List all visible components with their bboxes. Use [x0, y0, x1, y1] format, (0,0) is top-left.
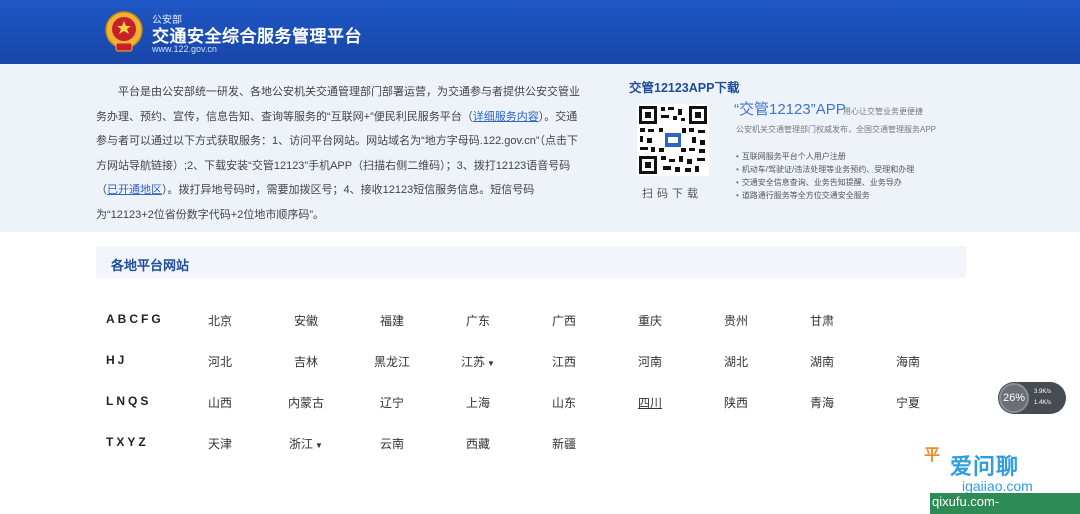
province-link[interactable]: 新疆	[534, 435, 594, 452]
province-link[interactable]: 云南	[362, 435, 422, 452]
scan-download-label: 扫码下载	[642, 188, 702, 200]
dropdown-caret-icon: ▼	[487, 359, 495, 368]
watermark-green-bar: qixufu.com-	[930, 493, 1080, 514]
watermark-url: igaiiao.com	[962, 478, 1033, 494]
enabled-regions-link[interactable]: 已开通地区	[107, 184, 162, 196]
region-row: HJ 河北 吉林 黑龙江 江苏 ▼ 江西 河南 湖北 湖南 海南	[106, 353, 966, 373]
letter-group: LNQS	[106, 394, 152, 408]
service-details-link[interactable]: 详细服务内容	[473, 111, 539, 123]
letter-group: ABCFG	[106, 312, 164, 326]
province-link[interactable]: 黑龙江	[362, 353, 422, 370]
speed-percent: 26%	[999, 383, 1029, 413]
province-link[interactable]: 陕西	[706, 394, 766, 411]
watermark-partial-text: 平	[924, 447, 941, 464]
download-speed: 1.4K/s	[1034, 400, 1052, 406]
province-dropdown-jiangsu[interactable]: 江苏 ▼	[448, 353, 508, 370]
province-link[interactable]: 辽宁	[362, 394, 422, 411]
province-link[interactable]: 安徽	[276, 312, 336, 329]
watermark-text: 爱问聊	[950, 454, 1020, 479]
app-download-title: 交管12123APP下载	[629, 81, 740, 95]
province-link[interactable]: 山东	[534, 394, 594, 411]
province-link[interactable]: 西藏	[448, 435, 508, 452]
regions-title: 各地平台网站	[111, 258, 190, 273]
province-link[interactable]: 河南	[620, 353, 680, 370]
dropdown-caret-icon: ▼	[315, 441, 323, 450]
app-subtitle: 用心让交管业务更便捷	[843, 107, 923, 116]
app-feature-item: 互联网服务平台个人用户注册	[736, 150, 914, 163]
site-url: www.122.gov.cn	[152, 44, 217, 54]
letter-group: HJ	[106, 353, 128, 367]
intro-text-part3: ）。拨打异地号码时，需要加拨区号；4、接收12123短信服务信息。短信号码为“1…	[96, 184, 535, 221]
province-link[interactable]: 山西	[190, 394, 250, 411]
province-dropdown-zhejiang[interactable]: 浙江 ▼	[276, 435, 336, 452]
province-link[interactable]: 湖南	[792, 353, 852, 370]
app-name: “交管12123”APP	[734, 101, 846, 118]
province-link[interactable]: 海南	[878, 353, 938, 370]
province-label: 浙江	[289, 437, 314, 451]
province-label: 江苏	[461, 355, 486, 369]
intro-paragraph: 平台是由公安部统一研发、各地公安机关交通管理部门部署运营，为交通参与者提供公安交…	[96, 80, 580, 227]
province-link[interactable]: 吉林	[276, 353, 336, 370]
region-row: TXYZ 天津 浙江 ▼ 云南 西藏 新疆	[106, 435, 666, 455]
province-link[interactable]: 广西	[534, 312, 594, 329]
upload-speed: 3.9K/s	[1034, 389, 1052, 395]
province-link[interactable]: 重庆	[620, 312, 680, 329]
app-feature-item: 交通安全信息查询、业务告知提醒、业务导办	[736, 176, 914, 189]
app-feature-item: 机动车/驾驶证/违法处理等业务预约、受理和办理	[736, 163, 914, 176]
region-row: ABCFG 北京 安徽 福建 广东 广西 重庆 贵州 甘肃	[106, 312, 966, 332]
province-link[interactable]: 内蒙古	[276, 394, 336, 411]
province-link[interactable]: 河北	[190, 353, 250, 370]
app-authority: 公安机关交通管理部门权威发布，全国交通管理服务APP	[736, 125, 937, 134]
province-link[interactable]: 天津	[190, 435, 250, 452]
province-link[interactable]: 福建	[362, 312, 422, 329]
province-link[interactable]: 湖北	[706, 353, 766, 370]
province-link[interactable]: 上海	[448, 394, 508, 411]
letter-group: TXYZ	[106, 435, 149, 449]
province-link[interactable]: 广东	[448, 312, 508, 329]
intro-band: 平台是由公安部统一研发、各地公安机关交通管理部门部署运营，为交通参与者提供公安交…	[0, 64, 1080, 232]
province-link[interactable]: 北京	[190, 312, 250, 329]
province-link[interactable]: 甘肃	[792, 312, 852, 329]
police-emblem-icon	[105, 11, 143, 52]
province-link-sichuan[interactable]: 四川	[620, 394, 680, 411]
app-feature-list: 互联网服务平台个人用户注册 机动车/驾驶证/违法处理等业务预约、受理和办理 交通…	[736, 150, 914, 202]
app-feature-item: 道路通行服务等全方位交通安全服务	[736, 189, 914, 202]
watermark-green-text: qixufu.com-	[932, 494, 1000, 509]
province-link[interactable]: 宁夏	[878, 394, 938, 411]
province-link[interactable]: 江西	[534, 353, 594, 370]
province-link[interactable]: 贵州	[706, 312, 766, 329]
province-link[interactable]: 青海	[792, 394, 852, 411]
qr-code-icon	[637, 104, 709, 176]
regions-section-header: 各地平台网站	[96, 246, 966, 278]
network-speed-widget[interactable]: 26% 3.9K/s 1.4K/s	[998, 382, 1066, 414]
region-row: LNQS 山西 内蒙古 辽宁 上海 山东 四川 陕西 青海 宁夏	[106, 394, 966, 414]
top-header: 公安部 交通安全综合服务管理平台 www.122.gov.cn	[0, 0, 1080, 64]
